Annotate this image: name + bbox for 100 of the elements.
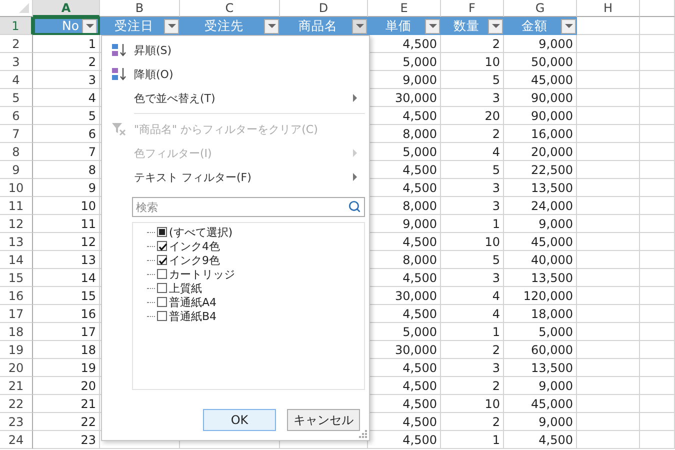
- table-cell: 120,000: [504, 287, 577, 305]
- table-cell: 16,000: [504, 125, 577, 143]
- filter-dropdown-button[interactable]: [561, 18, 576, 34]
- table-cell: 17: [33, 323, 100, 341]
- column-header[interactable]: D: [280, 0, 368, 17]
- ok-button[interactable]: OK: [203, 409, 276, 431]
- row-header[interactable]: 22: [0, 395, 33, 413]
- column-header[interactable]: E: [368, 0, 441, 17]
- table-cell: 18: [33, 341, 100, 359]
- column-header[interactable]: A: [33, 0, 100, 17]
- row-header[interactable]: 9: [0, 161, 33, 179]
- table-cell: 5,000: [504, 323, 577, 341]
- checkbox[interactable]: [157, 283, 167, 293]
- table-cell: 20: [33, 377, 100, 395]
- empty-cell: [640, 431, 675, 449]
- table-cell: 13,500: [504, 269, 577, 287]
- menu-item[interactable]: テキスト フィルター(F): [102, 165, 365, 189]
- row-header[interactable]: 16: [0, 287, 33, 305]
- table-cell: 90,000: [504, 89, 577, 107]
- table-cell: 8: [33, 161, 100, 179]
- filter-dropdown-button[interactable]: [82, 19, 97, 33]
- header-label: 単価: [384, 20, 412, 32]
- filter-dropdown-button[interactable]: [352, 18, 367, 34]
- table-cell: 4: [33, 89, 100, 107]
- empty-cell: [577, 269, 640, 287]
- row-header[interactable]: 2: [0, 35, 33, 53]
- empty-cell: [640, 269, 675, 287]
- table-cell: 45,000: [504, 233, 577, 251]
- column-header[interactable]: F: [441, 0, 504, 17]
- header-label: No: [61, 20, 80, 32]
- row-header[interactable]: 17: [0, 305, 33, 323]
- empty-cell: [640, 305, 675, 323]
- checkbox[interactable]: [157, 269, 167, 279]
- row-header[interactable]: 1: [0, 17, 33, 35]
- filter-dropdown-button[interactable]: [164, 18, 179, 34]
- value-label: インク9色: [169, 252, 220, 268]
- table-cell: 12: [33, 233, 100, 251]
- filter-dropdown-button[interactable]: [425, 18, 440, 34]
- resize-grip-icon[interactable]: [359, 430, 367, 438]
- row-header[interactable]: 12: [0, 215, 33, 233]
- row-header[interactable]: 10: [0, 179, 33, 197]
- empty-cell: [577, 251, 640, 269]
- table-cell: 3: [441, 89, 504, 107]
- menu-item[interactable]: 降順(O): [102, 62, 365, 86]
- menu-item[interactable]: 昇順(S): [102, 38, 365, 62]
- table-cell: 14: [33, 269, 100, 287]
- row-header[interactable]: 20: [0, 359, 33, 377]
- empty-cell: [577, 197, 640, 215]
- row-header[interactable]: 24: [0, 431, 33, 449]
- empty-cell: [577, 305, 640, 323]
- row-header[interactable]: 23: [0, 413, 33, 431]
- table-cell: 9,000: [504, 377, 577, 395]
- table-cell: 3: [33, 71, 100, 89]
- row-header[interactable]: 13: [0, 233, 33, 251]
- column-header[interactable]: C: [180, 0, 280, 17]
- table-cell: 22,500: [504, 161, 577, 179]
- checkbox[interactable]: [157, 311, 167, 321]
- empty-cell: [640, 215, 675, 233]
- value-label: 普通紙A4: [169, 294, 217, 310]
- table-cell: 2: [441, 377, 504, 395]
- row-header[interactable]: 18: [0, 323, 33, 341]
- empty-cell: [640, 161, 675, 179]
- sort-descending-icon: [111, 66, 127, 82]
- table-cell: 3: [441, 179, 504, 197]
- filter-dropdown-button[interactable]: [488, 18, 503, 34]
- table-cell: 6: [33, 125, 100, 143]
- row-header[interactable]: 3: [0, 53, 33, 71]
- table-cell: 3: [441, 359, 504, 377]
- row-header[interactable]: 14: [0, 251, 33, 269]
- row-header[interactable]: 15: [0, 269, 33, 287]
- table-cell: 22: [33, 413, 100, 431]
- row-header[interactable]: 11: [0, 197, 33, 215]
- search-field[interactable]: 検索: [132, 197, 365, 217]
- checkbox[interactable]: [157, 255, 167, 265]
- column-header[interactable]: B: [100, 0, 180, 17]
- menu-item[interactable]: 色で並べ替え(T): [102, 86, 365, 110]
- row-header[interactable]: 19: [0, 341, 33, 359]
- header-label: 商品名: [298, 20, 338, 32]
- empty-cell: [577, 359, 640, 377]
- table-cell: 50,000: [504, 53, 577, 71]
- empty-cell: [577, 125, 640, 143]
- table-cell: 5: [441, 161, 504, 179]
- cancel-button[interactable]: キャンセル: [287, 409, 360, 431]
- empty-cell: [640, 143, 675, 161]
- row-header[interactable]: 8: [0, 143, 33, 161]
- empty-cell: [577, 413, 640, 431]
- table-cell: 2: [441, 341, 504, 359]
- row-header[interactable]: 21: [0, 377, 33, 395]
- table-cell: 9,000: [504, 413, 577, 431]
- checkbox[interactable]: [157, 241, 167, 251]
- row-header[interactable]: 5: [0, 89, 33, 107]
- row-header[interactable]: 7: [0, 125, 33, 143]
- checkbox[interactable]: [157, 297, 167, 307]
- table-cell: 20,000: [504, 143, 577, 161]
- table-cell: 5: [441, 71, 504, 89]
- row-header[interactable]: 6: [0, 107, 33, 125]
- column-header[interactable]: H: [577, 0, 640, 17]
- filter-dropdown-button[interactable]: [264, 18, 279, 34]
- row-header[interactable]: 4: [0, 71, 33, 89]
- column-header[interactable]: G: [504, 0, 577, 17]
